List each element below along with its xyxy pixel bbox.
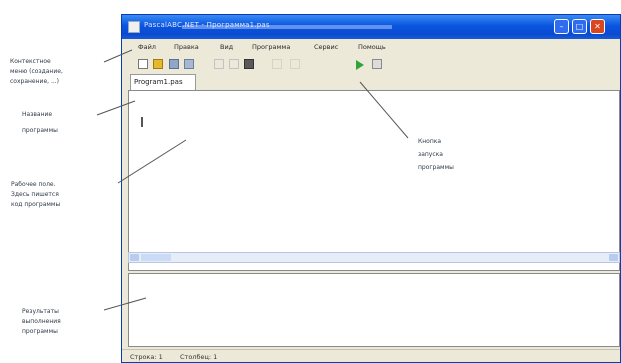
pointer-line-context-menu — [103, 49, 133, 63]
pointer-line-program-name — [96, 100, 136, 116]
pointer-lines — [96, 49, 409, 311]
pointer-line-results — [103, 297, 147, 311]
pointer-line-run-button — [359, 81, 409, 139]
pointer-line-work-area — [117, 139, 187, 184]
